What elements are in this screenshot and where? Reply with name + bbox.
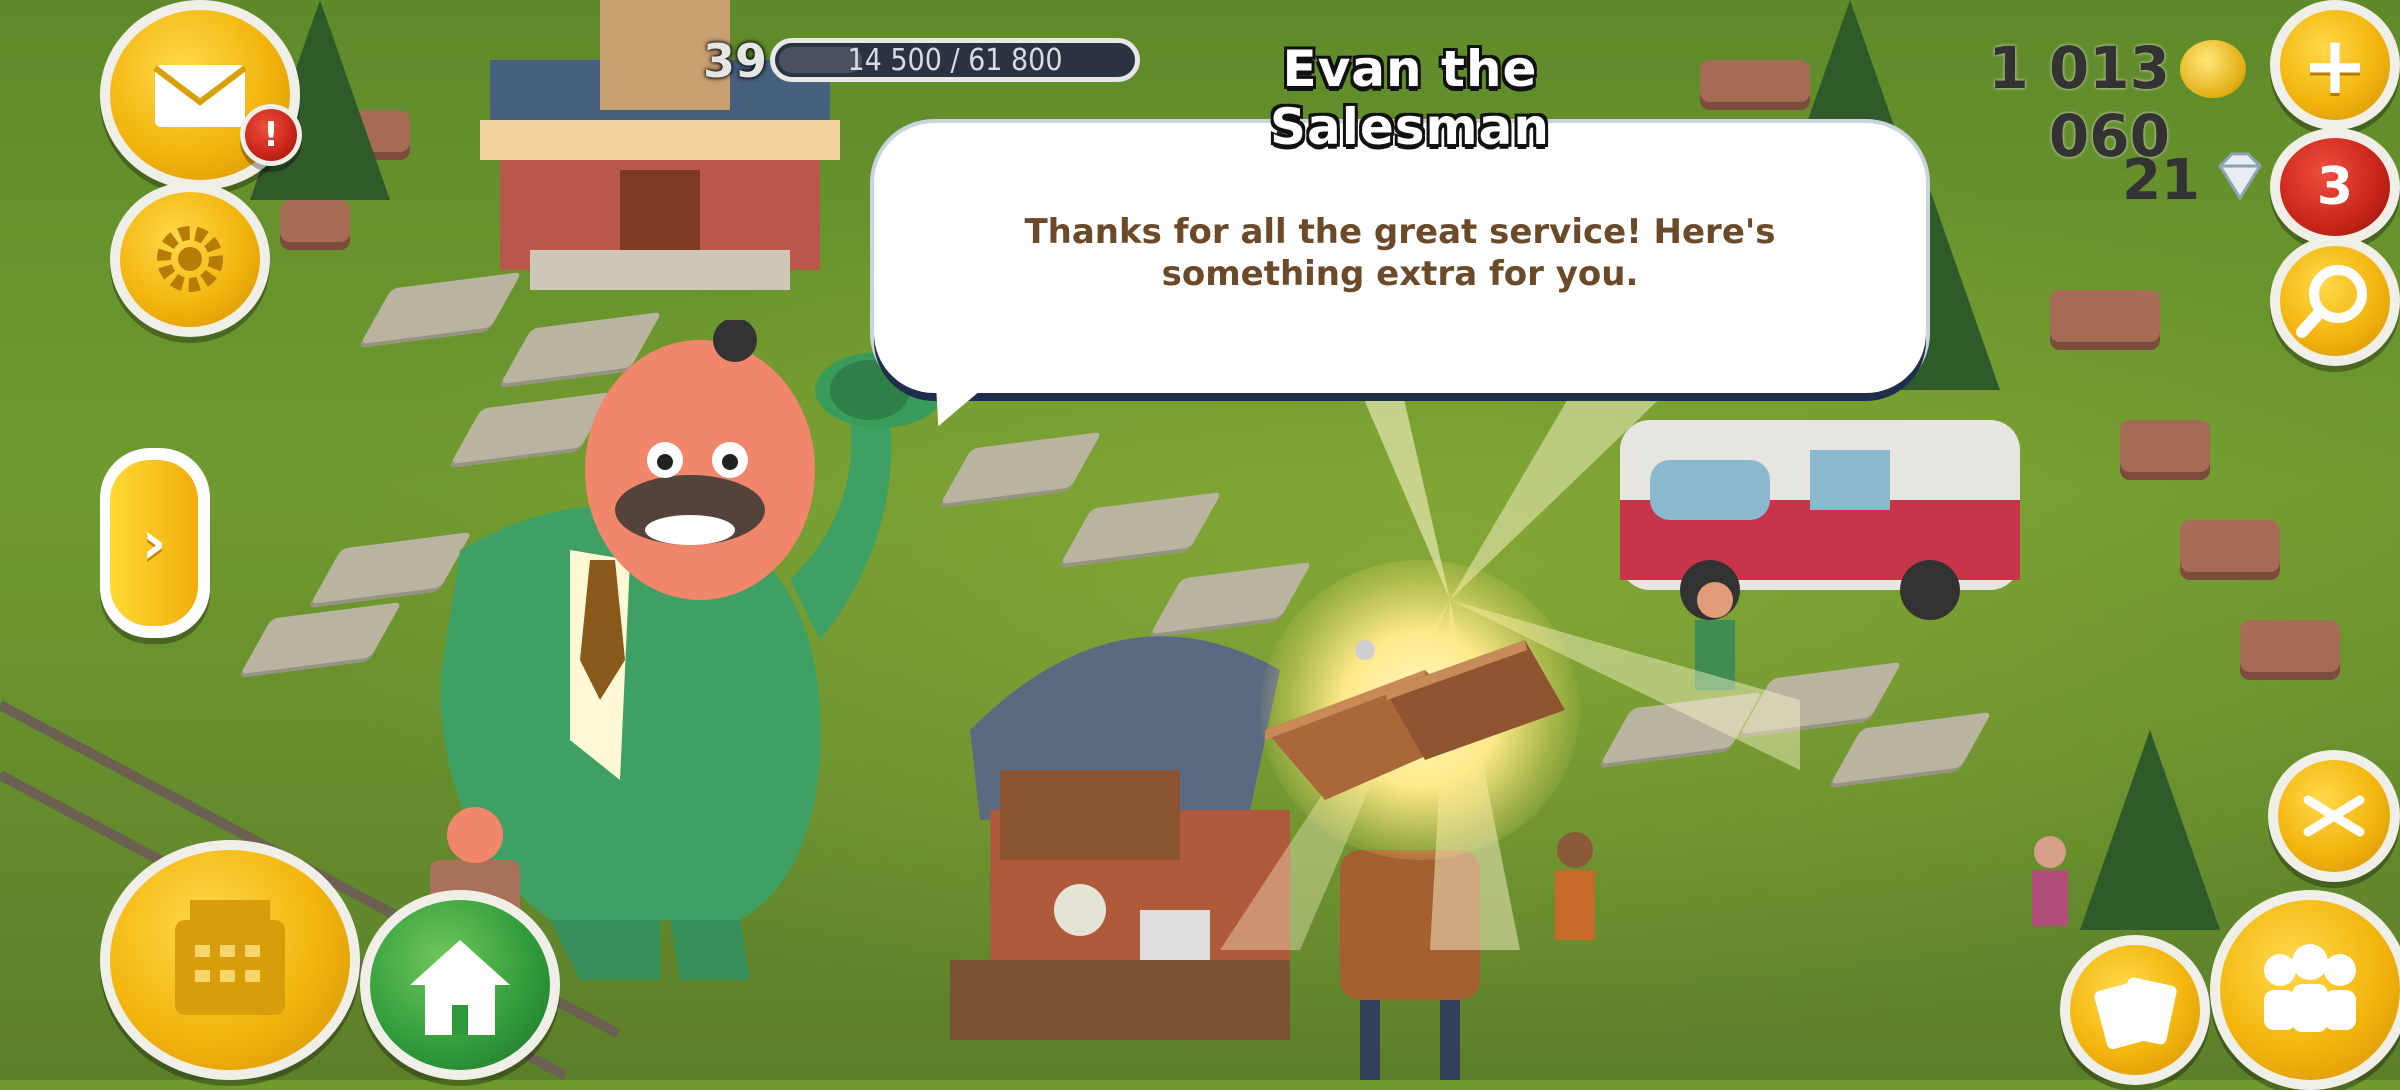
- paving-tile: [938, 431, 1102, 509]
- rock: [2240, 620, 2340, 680]
- expand-arrows-icon: [2303, 795, 2365, 837]
- npc-girl[interactable]: [2020, 830, 2080, 930]
- friend-requests-count: 3: [2316, 157, 2354, 217]
- magnifier-icon: [2296, 265, 2367, 338]
- cards-icon: [2094, 977, 2177, 1050]
- plus-icon: +: [2301, 18, 2369, 112]
- rock: [2180, 520, 2280, 580]
- rock: [280, 200, 350, 250]
- level-star-badge[interactable]: 39: [690, 26, 780, 96]
- character-name-title: Evan the Salesman: [1270, 40, 1550, 156]
- search-button[interactable]: [2270, 236, 2400, 366]
- pine-tree: [2080, 730, 2220, 930]
- diamond-icon: [2218, 152, 2262, 201]
- add-coins-button[interactable]: +: [2270, 0, 2400, 130]
- chevron-right-icon: ›: [141, 508, 167, 578]
- cash-register-icon: [175, 900, 285, 1015]
- rock: [2120, 420, 2210, 480]
- alert-icon: !: [263, 115, 279, 155]
- evan-salesman-character: [430, 320, 945, 980]
- xp-progress-bar[interactable]: 14 500 / 61 800: [770, 38, 1140, 82]
- dialog-message: Thanks for all the great service! Here's…: [1024, 212, 1776, 294]
- mail-notification-badge: !: [240, 104, 302, 166]
- rock: [2050, 290, 2160, 350]
- speech-bubble: Thanks for all the great service! Here's…: [874, 123, 1926, 393]
- cards-button[interactable]: [2060, 935, 2210, 1085]
- diamonds-amount: 21: [2122, 148, 2200, 213]
- gear-icon: [157, 226, 223, 292]
- planks-icon[interactable]: [1255, 620, 1575, 800]
- shop-button[interactable]: [100, 840, 360, 1080]
- friends-button[interactable]: [2210, 890, 2400, 1090]
- house-icon: [410, 940, 510, 1035]
- expand-side-panel-button[interactable]: ›: [100, 448, 210, 638]
- level-number: 39: [702, 34, 767, 88]
- paving-tile: [238, 601, 402, 679]
- home-button[interactable]: [360, 890, 560, 1080]
- zoom-button[interactable]: [2268, 750, 2400, 882]
- xp-text: 14 500 / 61 800: [847, 42, 1063, 78]
- settings-button[interactable]: [110, 182, 270, 337]
- people-icon: [2264, 944, 2356, 1032]
- friend-requests-button[interactable]: 3: [2270, 128, 2400, 246]
- coin-icon: [2180, 40, 2246, 98]
